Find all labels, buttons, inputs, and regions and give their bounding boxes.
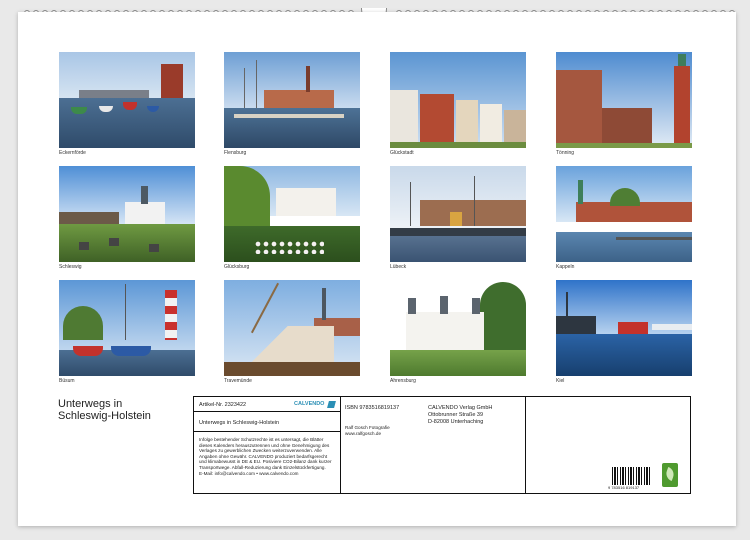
publisher-street: Ottobrunner Straße 39: [428, 412, 484, 418]
calendar-title: Unterwegs in Schleswig-Holstein: [58, 398, 151, 422]
isbn: ISBN 9783516819137: [345, 405, 400, 411]
article-number: Artikel-Nr. 2323422: [199, 402, 247, 408]
photo-buesum: [59, 280, 195, 376]
photo-caption: Tönning: [556, 150, 575, 156]
eco-leaf-icon: [662, 463, 678, 487]
photo-schleswig: [59, 166, 195, 262]
photo-caption: Glücksburg: [224, 264, 250, 270]
photo-caption: Kappeln: [556, 264, 575, 270]
calendar-title-line2: Schleswig-Holstein: [58, 410, 151, 422]
photo-toenning: [556, 52, 692, 148]
photo-caption: Eckernförde: [59, 150, 86, 156]
photographer: Ralf Gosch Fotografie: [345, 425, 390, 430]
barcode: [612, 467, 650, 485]
photographer-website: www.ralfgosch.de: [345, 431, 382, 436]
photo-caption: Büsum: [59, 378, 75, 384]
divider: [340, 397, 341, 493]
contact-email: E-Mail: info@calvendo.com • www.calvendo…: [199, 471, 299, 476]
photo-caption: Lübeck: [390, 264, 407, 270]
calvendo-logo: CALVENDO: [294, 401, 325, 407]
publisher-city: D-82008 Unterhaching: [428, 419, 484, 425]
photo-kiel: [556, 280, 692, 376]
photo-caption: Schleswig: [59, 264, 82, 270]
divider: [194, 431, 340, 432]
legal-text: Infolge bestehender Schutzrechte ist es …: [199, 437, 332, 470]
photo-luebeck: [390, 166, 526, 262]
photo-caption: Glückstadt: [390, 150, 414, 156]
photo-caption: Ahrensburg: [390, 378, 416, 384]
photo-caption: Flensburg: [224, 150, 247, 156]
photo-kappeln: [556, 166, 692, 262]
product-info-box: Artikel-Nr. 2323422 CALVENDO Unterwegs i…: [193, 396, 691, 494]
divider: [194, 411, 340, 412]
photo-flensburg: [224, 52, 360, 148]
photo-gluecksburg: [224, 166, 360, 262]
barcode-number: 9 783516 819137: [608, 485, 640, 490]
calendar-title-line1: Unterwegs in: [58, 398, 123, 410]
divider: [525, 397, 526, 493]
photo-caption: Travemünde: [224, 378, 252, 384]
calendar-title-small: Unterwegs in Schleswig-Holstein: [199, 420, 280, 426]
photo-caption: Kiel: [556, 378, 565, 384]
photo-travemuende: [224, 280, 360, 376]
photo-ahrensburg: [390, 280, 526, 376]
publisher-name: CALVENDO Verlag GmbH: [428, 405, 493, 411]
photo-eckernfoerde: [59, 52, 195, 148]
photo-glueckstadt: [390, 52, 526, 148]
